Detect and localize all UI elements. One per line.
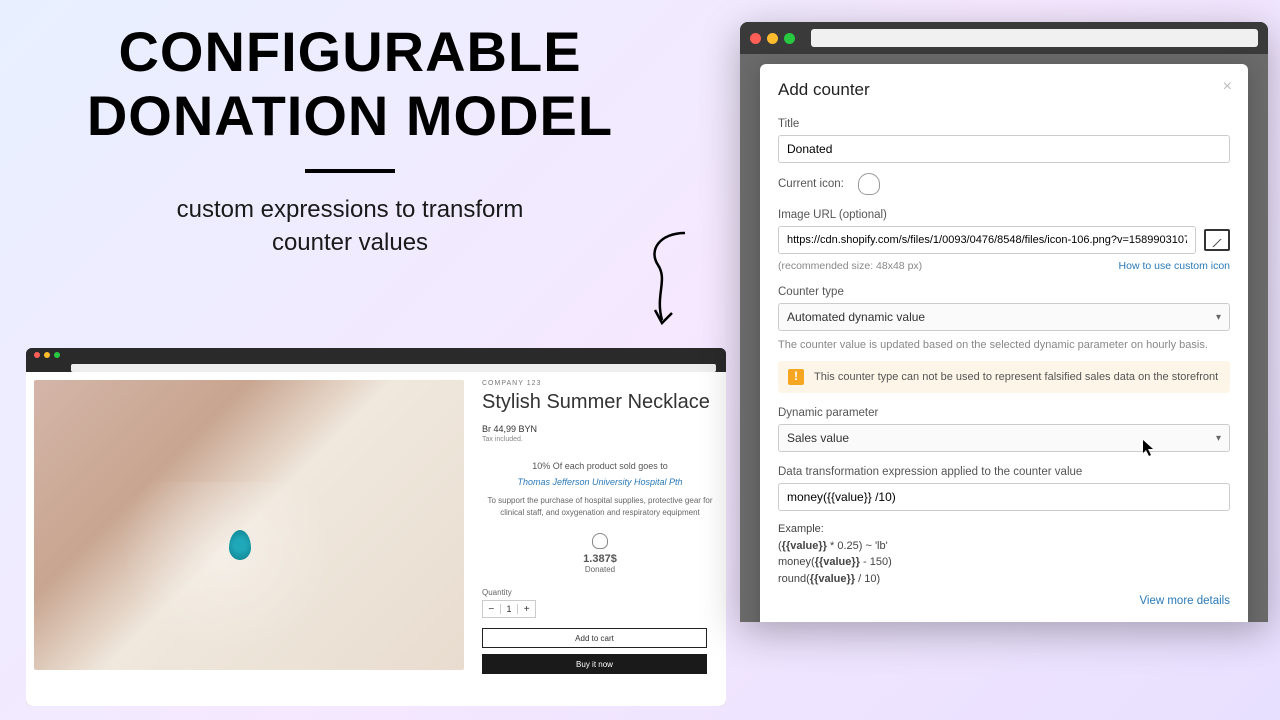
modal-heading: Add counter <box>778 80 1230 100</box>
counter-type-label: Counter type <box>778 286 1230 298</box>
expression-input[interactable] <box>778 483 1230 511</box>
example-line-2: money({{value}} - 150) <box>778 554 1230 571</box>
support-text: To support the purchase of hospital supp… <box>482 495 718 519</box>
tax-note: Tax included. <box>482 436 718 443</box>
example-block: Example: ({{value}} * 0.25) ~ 'lb' money… <box>778 521 1230 587</box>
address-bar[interactable] <box>811 29 1258 47</box>
donated-amount: 1.387$ <box>482 553 718 565</box>
example-line-1: ({{value}} * 0.25) ~ 'lb' <box>778 538 1230 555</box>
example-line-3: round({{value}} / 10) <box>778 571 1230 588</box>
close-icon[interactable]: × <box>1223 78 1232 96</box>
dynamic-param-select[interactable]: Sales value ▾ <box>778 424 1230 452</box>
storefront-window: COMPANY 123 Stylish Summer Necklace Br 4… <box>26 348 726 706</box>
product-title: Stylish Summer Necklace <box>482 391 718 414</box>
product-price: Br 44,99 BYN <box>482 424 718 434</box>
quantity-label: Quantity <box>482 588 718 597</box>
window-close-icon[interactable] <box>750 33 761 44</box>
title-input[interactable] <box>778 135 1230 163</box>
quantity-decrease-button[interactable]: − <box>483 604 500 615</box>
window-minimize-icon[interactable] <box>44 352 50 358</box>
hero-title: CONFIGURABLE DONATION MODEL <box>40 20 660 149</box>
counter-icon <box>592 533 608 549</box>
window-titlebar <box>26 348 726 362</box>
hero-divider <box>305 169 395 173</box>
view-more-link[interactable]: View more details <box>1139 595 1230 607</box>
mouse-cursor-icon <box>1142 439 1156 457</box>
counter-type-select[interactable]: Automated dynamic value ▾ <box>778 303 1230 331</box>
donated-label: Donated <box>482 565 718 574</box>
custom-icon-help-link[interactable]: How to use custom icon <box>1119 260 1230 272</box>
warning-icon <box>788 369 804 385</box>
image-url-label: Image URL (optional) <box>778 209 1230 221</box>
company-name: COMPANY 123 <box>482 380 718 387</box>
image-url-input[interactable] <box>778 226 1196 254</box>
chevron-down-icon: ▾ <box>1216 433 1221 444</box>
warning-box: This counter type can not be used to rep… <box>778 361 1230 393</box>
necklace-pendant-icon <box>229 530 251 560</box>
curly-arrow-icon <box>640 225 700 335</box>
quantity-increase-button[interactable]: + <box>518 604 535 615</box>
quantity-stepper: − 1 + <box>482 600 536 618</box>
size-hint: (recommended size: 48x48 px) <box>778 260 922 272</box>
current-icon-preview <box>858 173 880 195</box>
config-window: Add counter × Title Current icon: Image … <box>740 22 1268 622</box>
hero-subtitle: custom expressions to transform counter … <box>40 193 660 260</box>
add-counter-modal: Add counter × Title Current icon: Image … <box>760 64 1248 622</box>
donation-intro: 10% Of each product sold goes to <box>482 461 718 471</box>
example-label: Example: <box>778 521 1230 538</box>
image-picker-icon[interactable] <box>1204 229 1230 251</box>
title-label: Title <box>778 118 1230 130</box>
warning-text: This counter type can not be used to rep… <box>814 371 1218 383</box>
window-maximize-icon[interactable] <box>54 352 60 358</box>
add-to-cart-button[interactable]: Add to cart <box>482 628 707 648</box>
chevron-down-icon: ▾ <box>1216 312 1221 323</box>
counter-type-description: The counter value is updated based on th… <box>778 339 1230 351</box>
window-minimize-icon[interactable] <box>767 33 778 44</box>
product-image <box>34 380 464 670</box>
buy-now-button[interactable]: Buy it now <box>482 654 707 674</box>
quantity-value: 1 <box>500 604 519 614</box>
hospital-link[interactable]: Thomas Jefferson University Hospital Pth <box>482 477 718 487</box>
window-titlebar <box>740 22 1268 54</box>
expression-label: Data transformation expression applied t… <box>778 466 1230 478</box>
current-icon-label: Current icon: <box>778 178 844 190</box>
window-maximize-icon[interactable] <box>784 33 795 44</box>
window-close-icon[interactable] <box>34 352 40 358</box>
address-bar[interactable] <box>71 364 716 372</box>
dynamic-param-label: Dynamic parameter <box>778 407 1230 419</box>
